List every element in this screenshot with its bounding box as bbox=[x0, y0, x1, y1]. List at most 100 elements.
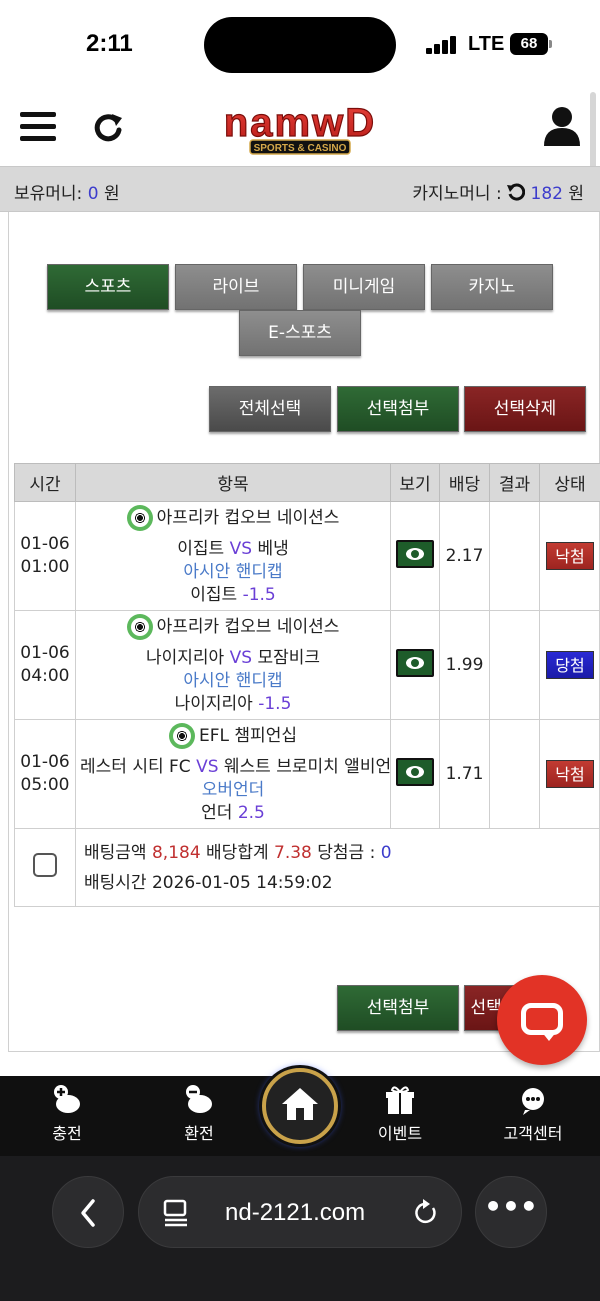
result-cell bbox=[489, 501, 540, 611]
nav-charge[interactable]: 충전 bbox=[22, 1084, 112, 1144]
bet-date: 01-06 bbox=[20, 643, 70, 663]
bet-amount-label: 배팅금액 bbox=[84, 842, 147, 863]
site-logo[interactable]: namwD SPORTS & CASINO bbox=[204, 100, 396, 158]
view-cell bbox=[390, 610, 440, 720]
league-name: EFL 챔피언십 bbox=[199, 725, 297, 746]
network-label: LTE bbox=[468, 33, 505, 55]
away-team: 베냉 bbox=[257, 539, 289, 559]
bet-table: 시간 항목 보기 배당 결과 상태 01-06 01:00 아프리카 컵오브 네… bbox=[14, 463, 600, 907]
svg-text:namwD: namwD bbox=[224, 101, 376, 145]
tab-esports[interactable]: E-스포츠 bbox=[239, 310, 361, 356]
refresh-icon[interactable] bbox=[92, 112, 124, 144]
vs-label: VS bbox=[196, 757, 219, 777]
bet-time: 01-06 01:00 bbox=[14, 501, 76, 611]
nav-charge-label: 충전 bbox=[52, 1124, 82, 1143]
nav-support[interactable]: 고객센터 bbox=[488, 1084, 578, 1144]
soccer-ball-icon bbox=[126, 614, 153, 640]
tab-minigame[interactable]: 미니게임 bbox=[303, 264, 425, 310]
bet-summary: 배팅금액 8,184 배당합계 7.38 당첨금 : 0 배팅시간 2026-0… bbox=[75, 828, 600, 907]
headset-chat-icon bbox=[522, 1088, 544, 1115]
chevron-left-icon bbox=[81, 1199, 95, 1227]
home-button[interactable] bbox=[262, 1068, 338, 1144]
table-header-row: 시간 항목 보기 배당 결과 상태 bbox=[14, 463, 600, 502]
attach-selected-button[interactable]: 선택첨부 bbox=[337, 386, 459, 432]
col-header-status: 상태 bbox=[539, 463, 600, 502]
away-team: 모잠비크 bbox=[257, 648, 320, 668]
status-badge: 당첨 bbox=[546, 651, 594, 679]
status-cell: 낙첨 bbox=[539, 719, 600, 829]
reload-icon[interactable] bbox=[411, 1198, 441, 1228]
pick-line: 2.5 bbox=[237, 803, 265, 823]
hamburger-menu-icon[interactable] bbox=[20, 112, 56, 142]
bet-time: 01-06 05:00 bbox=[14, 719, 76, 829]
odds-value: 2.17 bbox=[439, 501, 490, 611]
piggy-minus-icon bbox=[186, 1085, 212, 1113]
league-name: 아프리카 컵오브 네이션스 bbox=[156, 616, 340, 637]
attach-selected-button-bottom[interactable]: 선택첨부 bbox=[337, 985, 459, 1031]
select-checkbox[interactable] bbox=[33, 853, 57, 877]
away-team: 웨스트 브로미치 앨비언 bbox=[223, 757, 391, 777]
browser-toolbar: nd-2121.com ••• bbox=[0, 1156, 600, 1301]
dynamic-island bbox=[204, 17, 396, 73]
tab-casino[interactable]: 카지노 bbox=[431, 264, 553, 310]
table-row: 01-06 05:00 EFL 챔피언십 레스터 시티 FC VS 웨스트 브로… bbox=[14, 719, 600, 829]
status-bar: 2:11 LTE 68 bbox=[0, 0, 600, 88]
eye-icon[interactable] bbox=[396, 757, 434, 786]
home-team: 이집트 bbox=[177, 539, 225, 559]
bet-time-label: 배팅시간 bbox=[84, 872, 147, 893]
address-bar[interactable]: nd-2121.com bbox=[138, 1176, 462, 1248]
table-row: 01-06 01:00 아프리카 컵오브 네이션스 이집트 VS 베냉 아시안 … bbox=[14, 501, 600, 611]
pick-name: 이집트 bbox=[190, 585, 238, 605]
bet-item: EFL 챔피언십 레스터 시티 FC VS 웨스트 브로미치 앨비언 오버언더 … bbox=[75, 719, 391, 829]
money-amount: 0 bbox=[87, 184, 99, 204]
home-icon bbox=[282, 1088, 318, 1120]
col-header-time: 시간 bbox=[14, 463, 76, 502]
casino-refresh-icon[interactable] bbox=[507, 183, 526, 201]
browser-back-button[interactable] bbox=[52, 1176, 124, 1248]
ellipsis-icon: ••• bbox=[484, 1190, 538, 1223]
col-header-result: 결과 bbox=[489, 463, 540, 502]
bet-amount: 8,184 bbox=[151, 842, 201, 863]
bet-item: 아프리카 컵오브 네이션스 나이지리아 VS 모잠비크 아시안 핸디캡 나이지리… bbox=[75, 610, 391, 720]
live-chat-button[interactable] bbox=[497, 975, 587, 1065]
battery-icon: 68 bbox=[510, 33, 548, 55]
nav-exchange-label: 환전 bbox=[184, 1124, 214, 1143]
page-menu-icon[interactable] bbox=[161, 1198, 191, 1228]
col-header-view: 보기 bbox=[390, 463, 440, 502]
status-badge: 낙첨 bbox=[546, 542, 594, 570]
win-amount: 0 bbox=[380, 842, 392, 863]
result-cell bbox=[489, 610, 540, 720]
battery-tip bbox=[549, 40, 552, 48]
casino-balance: 카지노머니 : 182 원 bbox=[412, 183, 584, 204]
soccer-ball-icon bbox=[169, 723, 196, 749]
bet-hour: 01:00 bbox=[20, 557, 70, 577]
view-cell bbox=[390, 719, 440, 829]
odds-total: 7.38 bbox=[274, 842, 312, 863]
svg-text:SPORTS & CASINO: SPORTS & CASINO bbox=[254, 143, 347, 154]
tab-live[interactable]: 라이브 bbox=[175, 264, 297, 310]
pick-line: -1.5 bbox=[258, 694, 292, 714]
checkbox-cell bbox=[14, 828, 76, 907]
table-row: 01-06 04:00 아프리카 컵오브 네이션스 나이지리아 VS 모잠비크 … bbox=[14, 610, 600, 720]
market-type: 아시안 핸디캡 bbox=[183, 562, 283, 582]
nav-event-label: 이벤트 bbox=[377, 1124, 423, 1143]
win-amount-label: 당첨금 : bbox=[317, 842, 376, 863]
piggy-plus-icon bbox=[54, 1085, 80, 1113]
eye-icon[interactable] bbox=[396, 539, 434, 568]
nav-support-label: 고객센터 bbox=[503, 1124, 563, 1143]
result-cell bbox=[489, 719, 540, 829]
nav-event[interactable]: 이벤트 bbox=[355, 1084, 445, 1144]
nav-exchange[interactable]: 환전 bbox=[154, 1084, 244, 1144]
tab-sports[interactable]: 스포츠 bbox=[47, 264, 169, 310]
delete-selected-button[interactable]: 선택삭제 bbox=[464, 386, 586, 432]
bet-time-value: 2026-01-05 14:59:02 bbox=[151, 872, 333, 893]
market-type: 아시안 핸디캡 bbox=[183, 671, 283, 691]
more-options-button[interactable]: ••• bbox=[475, 1176, 547, 1248]
bet-hour: 05:00 bbox=[20, 775, 70, 795]
select-all-button[interactable]: 전체선택 bbox=[209, 386, 331, 432]
eye-icon[interactable] bbox=[396, 648, 434, 677]
money-balance: 보유머니: 0 원 bbox=[14, 184, 120, 204]
bet-time: 01-06 04:00 bbox=[14, 610, 76, 720]
user-profile-icon[interactable] bbox=[544, 106, 580, 146]
summary-row: 배팅금액 8,184 배당합계 7.38 당첨금 : 0 배팅시간 2026-0… bbox=[14, 828, 600, 907]
